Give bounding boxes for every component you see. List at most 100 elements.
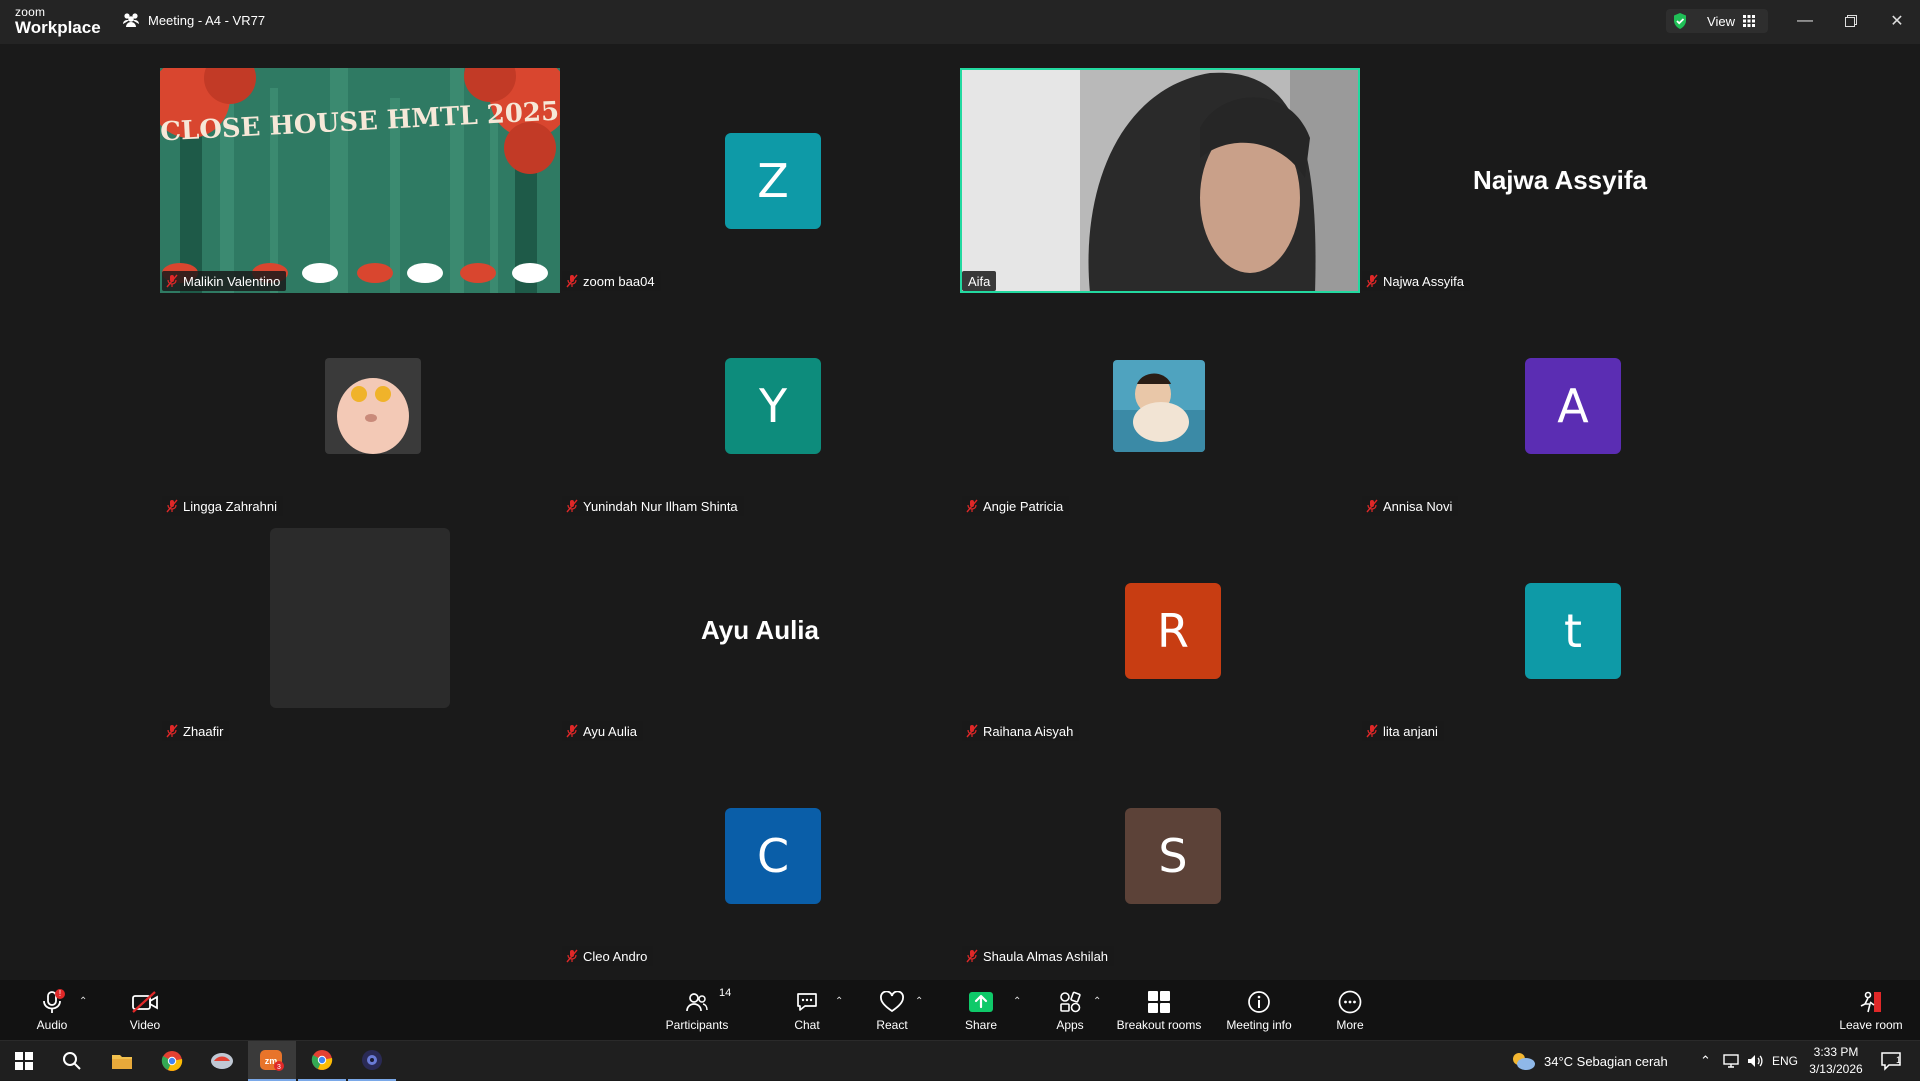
restore-icon[interactable] bbox=[1836, 8, 1866, 34]
title-bar: zoom Workplace Meeting - A4 - VR77 View … bbox=[0, 0, 1920, 44]
participant-name-label: Ayu Aulia bbox=[562, 721, 643, 741]
video-tile[interactable]: t lita anjani bbox=[1360, 518, 1760, 743]
participant-name: Shaula Almas Ashilah bbox=[983, 948, 1109, 964]
windows-taskbar: zm 3 34°C Sebagian cerah ⌃ ENG 3:33 PM 3/… bbox=[0, 1040, 1920, 1081]
breakout-rooms-button[interactable]: Breakout rooms bbox=[1116, 980, 1202, 1040]
clock-date: 3/13/2026 bbox=[1809, 1062, 1863, 1076]
participant-name: Yunindah Nur Ilham Shinta bbox=[583, 498, 738, 514]
muted-mic-icon bbox=[1366, 499, 1378, 513]
muted-mic-icon bbox=[566, 274, 578, 288]
muted-mic-icon bbox=[166, 724, 178, 738]
video-tile[interactable]: CLOSE HOUSE HMTL 2025 Malikin Valentino bbox=[160, 68, 560, 293]
participants-label: Participants bbox=[665, 1017, 729, 1032]
windows-start-icon[interactable] bbox=[0, 1041, 48, 1081]
muted-mic-icon bbox=[566, 724, 578, 738]
chat-button[interactable]: Chat bbox=[788, 980, 826, 1040]
chat-options-caret-icon[interactable]: ⌃ bbox=[835, 996, 843, 1007]
apps-options-caret-icon[interactable]: ⌃ bbox=[1093, 996, 1101, 1007]
avatar: Y bbox=[725, 358, 821, 454]
zoom-app-icon[interactable]: zm 3 bbox=[248, 1041, 296, 1081]
participant-name: lita anjani bbox=[1383, 723, 1438, 739]
muted-mic-icon bbox=[1366, 274, 1378, 288]
chat-label: Chat bbox=[794, 1017, 820, 1032]
react-options-caret-icon[interactable]: ⌃ bbox=[915, 996, 923, 1007]
video-tile[interactable]: Angie Patricia bbox=[960, 293, 1360, 518]
active-speaker-tile[interactable]: Aifa bbox=[960, 68, 1360, 293]
zoom-notification-badge: 3 bbox=[277, 1064, 281, 1071]
video-tile[interactable]: Y Yunindah Nur Ilham Shinta bbox=[560, 293, 960, 518]
chrome-icon[interactable] bbox=[148, 1041, 196, 1081]
share-label: Share bbox=[964, 1017, 998, 1032]
volume-icon[interactable] bbox=[1746, 1041, 1764, 1081]
info-icon bbox=[1248, 990, 1270, 1013]
meeting-toolbar: ! Audio ⌃ Video 14 Participants Chat ⌃ R… bbox=[0, 980, 1920, 1040]
notification-count: 1 bbox=[1896, 1055, 1901, 1065]
brand-small: zoom bbox=[15, 5, 46, 19]
system-clock[interactable]: 3:33 PM 3/13/2026 bbox=[1800, 1044, 1872, 1078]
participants-count: 14 bbox=[719, 986, 732, 999]
meeting-title[interactable]: Meeting - A4 - VR77 bbox=[122, 12, 265, 28]
zoom-logo: zoom Workplace bbox=[15, 6, 101, 36]
close-icon[interactable]: ✕ bbox=[1882, 8, 1912, 34]
muted-mic-icon bbox=[966, 499, 978, 513]
minimize-icon[interactable]: — bbox=[1790, 8, 1820, 34]
video-tile[interactable]: Zhaafir bbox=[160, 518, 560, 743]
view-button[interactable]: View bbox=[1694, 9, 1768, 33]
apps-label: Apps bbox=[1056, 1017, 1084, 1032]
participant-name: Malikin Valentino bbox=[183, 273, 281, 289]
chrome-icon[interactable] bbox=[298, 1041, 346, 1081]
video-button[interactable]: Video bbox=[120, 980, 170, 1040]
participant-name: Najwa Assyifa bbox=[1383, 273, 1464, 289]
avatar-initial: t bbox=[1563, 604, 1583, 658]
search-icon[interactable] bbox=[48, 1041, 96, 1081]
avatar-initial: R bbox=[1157, 604, 1189, 658]
notifications-icon[interactable]: 1 bbox=[1880, 1041, 1902, 1081]
audio-options-caret-icon[interactable]: ⌃ bbox=[79, 996, 87, 1007]
participant-name-label: Yunindah Nur Ilham Shinta bbox=[562, 496, 744, 516]
profile-photo bbox=[1113, 360, 1205, 452]
weather-text: 34°C Sebagian cerah bbox=[1544, 1053, 1668, 1069]
participant-name-label: Shaula Almas Ashilah bbox=[962, 946, 1115, 966]
language-indicator[interactable]: ENG bbox=[1772, 1041, 1798, 1081]
leave-room-button[interactable]: Leave room bbox=[1836, 980, 1906, 1040]
file-explorer-icon[interactable] bbox=[98, 1041, 146, 1081]
app-icon[interactable] bbox=[198, 1041, 246, 1081]
group-icon bbox=[123, 13, 139, 27]
audio-button[interactable]: ! Audio bbox=[28, 980, 76, 1040]
avatar-initial: Z bbox=[757, 154, 789, 208]
video-tile[interactable]: Lingga Zahrahni bbox=[160, 293, 560, 518]
meeting-title-text: Meeting - A4 - VR77 bbox=[148, 12, 266, 28]
camera-app-icon[interactable] bbox=[348, 1041, 396, 1081]
video-tile[interactable]: S Shaula Almas Ashilah bbox=[960, 743, 1360, 968]
video-tile[interactable]: C Cleo Andro bbox=[560, 743, 960, 968]
muted-mic-icon bbox=[966, 724, 978, 738]
leave-room-icon bbox=[1860, 991, 1881, 1012]
participant-name: Ayu Aulia bbox=[583, 723, 637, 739]
more-button[interactable]: More bbox=[1330, 980, 1370, 1040]
network-icon[interactable] bbox=[1722, 1041, 1740, 1081]
meeting-info-button[interactable]: Meeting info bbox=[1222, 980, 1296, 1040]
participants-button[interactable]: 14 Participants bbox=[660, 980, 734, 1040]
participant-name-label: Annisa Novi bbox=[1362, 496, 1459, 516]
video-tile[interactable]: Ayu Aulia Ayu Aulia bbox=[560, 518, 960, 743]
share-button[interactable]: Share bbox=[960, 980, 1002, 1040]
show-hidden-icons-icon[interactable]: ⌃ bbox=[1700, 1041, 1711, 1081]
muted-mic-icon bbox=[966, 949, 978, 963]
video-tile[interactable]: Najwa Assyifa Najwa Assyifa bbox=[1360, 68, 1760, 293]
video-tile[interactable]: R Raihana Aisyah bbox=[960, 518, 1360, 743]
participant-name-label: Cleo Andro bbox=[562, 946, 654, 966]
react-label: React bbox=[876, 1017, 908, 1032]
leave-room-label: Leave room bbox=[1839, 1017, 1903, 1032]
video-off-icon bbox=[132, 990, 158, 1013]
participant-name-label: Lingga Zahrahni bbox=[162, 496, 283, 516]
react-button[interactable]: React bbox=[872, 980, 912, 1040]
video-tile[interactable]: Z zoom baa04 bbox=[560, 68, 960, 293]
apps-button[interactable]: Apps bbox=[1050, 980, 1090, 1040]
audio-label: Audio bbox=[36, 1017, 68, 1032]
participants-icon bbox=[686, 992, 708, 1011]
encryption-shield-icon[interactable] bbox=[1666, 9, 1694, 33]
muted-mic-icon bbox=[566, 949, 578, 963]
share-options-caret-icon[interactable]: ⌃ bbox=[1013, 996, 1021, 1007]
video-tile[interactable]: A Annisa Novi bbox=[1360, 293, 1760, 518]
weather-widget[interactable]: 34°C Sebagian cerah bbox=[1510, 1041, 1668, 1081]
